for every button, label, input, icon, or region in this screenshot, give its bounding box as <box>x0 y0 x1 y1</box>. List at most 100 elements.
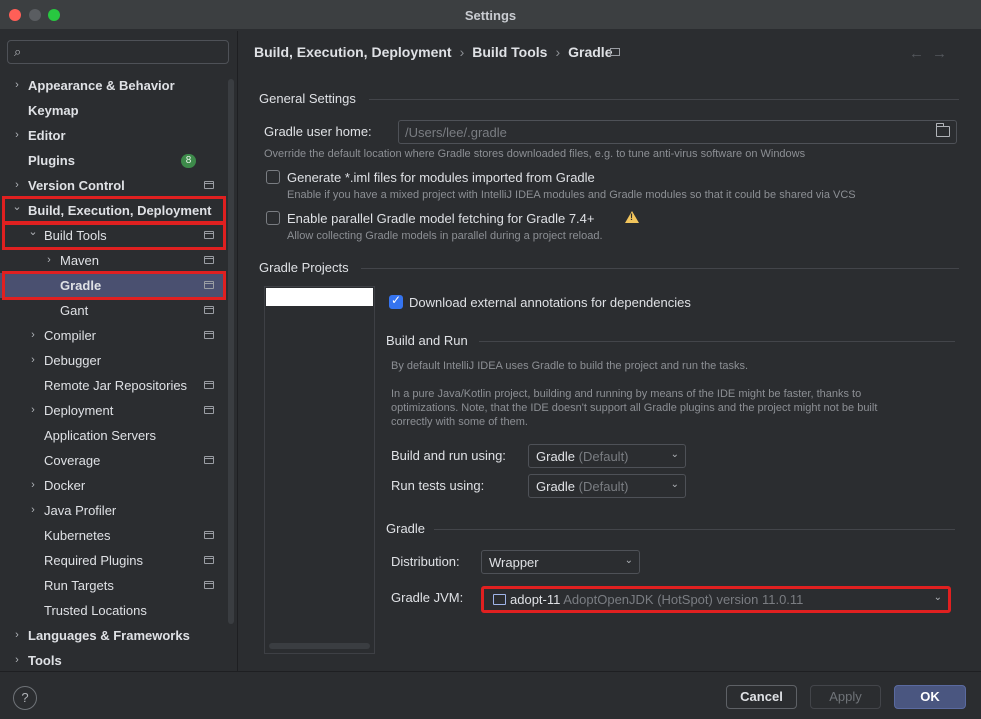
sidebar-item-java-profiler[interactable]: › Java Profiler <box>0 498 226 523</box>
sidebar-item-run-targets[interactable]: Run Targets <box>0 573 226 598</box>
highlight-gradle <box>2 271 226 300</box>
sidebar-item-label: Trusted Locations <box>44 603 147 618</box>
cancel-button[interactable]: Cancel <box>726 685 797 709</box>
chevron-right-icon[interactable]: › <box>27 473 39 498</box>
jdk-folder-icon <box>493 594 506 605</box>
project-level-icon <box>204 306 214 314</box>
parallel-fetching-label[interactable]: Enable parallel Gradle model fetching fo… <box>287 211 595 226</box>
build-run-hint: In a pure Java/Kotlin project, building … <box>391 388 862 400</box>
generate-iml-checkbox[interactable] <box>266 170 280 184</box>
sidebar-item-remote-jar-repositories[interactable]: Remote Jar Repositories <box>0 373 226 398</box>
sidebar-item-label: Application Servers <box>44 428 156 443</box>
sidebar-item-languages-frameworks[interactable]: › Languages & Frameworks <box>0 623 226 648</box>
history-nav: ←→ <box>909 45 955 62</box>
sidebar-item-kubernetes[interactable]: Kubernetes <box>0 523 226 548</box>
sidebar-item-compiler[interactable]: › Compiler <box>0 323 226 348</box>
build-and-run-title: Build and Run <box>386 333 468 348</box>
sidebar-item-label: Docker <box>44 478 86 493</box>
chevron-right-icon[interactable]: › <box>27 323 39 348</box>
distribution-value: Wrapper <box>489 555 539 570</box>
project-level-icon <box>204 406 214 414</box>
chevron-right-icon[interactable]: › <box>27 498 39 523</box>
search-input[interactable]: ⌕ <box>7 40 229 64</box>
divider <box>434 529 955 530</box>
sidebar-item-tools[interactable]: › Tools <box>0 648 226 673</box>
divider <box>369 99 959 100</box>
project-level-icon <box>610 48 620 56</box>
gradle-section-title: Gradle <box>386 521 426 536</box>
project-level-icon <box>204 181 214 189</box>
sidebar-item-label: Debugger <box>44 353 102 368</box>
sidebar-item-label: Deployment <box>44 403 114 418</box>
download-annotations-checkbox[interactable] <box>389 293 403 309</box>
default-suffix: (Default) <box>578 479 629 494</box>
sidebar-item-application-servers[interactable]: Application Servers <box>0 423 226 448</box>
forward-arrow-icon[interactable]: → <box>932 45 955 62</box>
chevron-down-icon: ⌄ <box>670 479 679 490</box>
title-bar: Settings <box>0 0 981 30</box>
breadcrumb-item[interactable]: Build Tools <box>472 44 547 60</box>
sidebar-item-label: Run Targets <box>44 578 114 593</box>
sidebar-scrollbar[interactable] <box>228 79 234 624</box>
sidebar-item-debugger[interactable]: › Debugger <box>0 348 226 373</box>
run-tests-using-select[interactable]: Gradle (Default) ⌄ <box>528 474 686 498</box>
chevron-right-icon[interactable]: › <box>27 398 39 423</box>
help-button[interactable]: ? <box>13 686 37 710</box>
chevron-right-icon[interactable]: › <box>27 348 39 373</box>
gradle-jvm-select[interactable]: adopt-11 AdoptOpenJDK (HotSpot) version … <box>481 586 951 613</box>
generate-iml-hint: Enable if you have a mixed project with … <box>287 189 856 201</box>
sidebar-item-coverage[interactable]: Coverage <box>0 448 226 473</box>
sidebar-item-editor[interactable]: › Editor <box>0 123 226 148</box>
sidebar-item-label: Languages & Frameworks <box>28 628 190 643</box>
sidebar-item-label: Keymap <box>28 103 79 118</box>
build-run-hint: correctly with some of them. <box>391 416 528 428</box>
general-settings-title: General Settings <box>259 91 356 106</box>
projects-list-scrollbar[interactable] <box>269 643 370 649</box>
gradle-projects-title: Gradle Projects <box>259 260 349 275</box>
divider <box>361 268 959 269</box>
sidebar-item-gant[interactable]: Gant <box>0 298 226 323</box>
sidebar-item-trusted-locations[interactable]: Trusted Locations <box>0 598 226 623</box>
gradle-user-home-hint: Override the default location where Grad… <box>264 148 806 160</box>
sidebar-item-maven[interactable]: › Maven <box>0 248 226 273</box>
project-level-icon <box>204 531 214 539</box>
gradle-projects-list[interactable] <box>264 286 375 654</box>
selected-project-row[interactable] <box>266 288 373 306</box>
chevron-down-icon: ⌄ <box>933 592 942 603</box>
sidebar-item-plugins[interactable]: Plugins 8 <box>0 148 226 173</box>
project-level-icon <box>204 331 214 339</box>
chevron-down-icon: ⌄ <box>624 555 633 566</box>
chevron-right-icon[interactable]: › <box>11 623 23 648</box>
build-run-using-value: Gradle <box>536 449 576 464</box>
distribution-select[interactable]: Wrapper ⌄ <box>481 550 640 574</box>
search-icon: ⌕ <box>14 44 22 59</box>
folder-icon[interactable] <box>936 123 950 137</box>
download-annotations-label[interactable]: Download external annotations for depend… <box>409 295 691 310</box>
sidebar-item-docker[interactable]: › Docker <box>0 473 226 498</box>
sidebar-item-keymap[interactable]: Keymap <box>0 98 226 123</box>
run-tests-using-value: Gradle <box>536 479 576 494</box>
chevron-right-icon[interactable]: › <box>43 248 55 273</box>
gradle-user-home-field[interactable]: /Users/lee/.gradle <box>398 120 957 144</box>
breadcrumb-item[interactable]: Build, Execution, Deployment <box>254 44 452 60</box>
chevron-right-icon[interactable]: › <box>11 123 23 148</box>
divider <box>479 341 955 342</box>
breadcrumb-item: Gradle <box>568 44 613 60</box>
apply-button[interactable]: Apply <box>810 685 881 709</box>
gradle-user-home-label: Gradle user home: <box>264 124 372 139</box>
ok-button[interactable]: OK <box>894 685 966 709</box>
sidebar-item-deployment[interactable]: › Deployment <box>0 398 226 423</box>
generate-iml-label[interactable]: Generate *.iml files for modules importe… <box>287 170 595 185</box>
build-run-using-select[interactable]: Gradle (Default) ⌄ <box>528 444 686 468</box>
sidebar-item-appearance[interactable]: › Appearance & Behavior <box>0 73 226 98</box>
settings-sidebar: ⌕ › Appearance & Behavior Keymap › Edito… <box>0 31 238 671</box>
chevron-right-icon[interactable]: › <box>11 648 23 673</box>
back-arrow-icon[interactable]: ← <box>909 45 932 62</box>
sidebar-item-label: Required Plugins <box>44 553 144 568</box>
sidebar-item-version-control[interactable]: › Version Control <box>0 173 226 198</box>
chevron-down-icon: ⌄ <box>670 449 679 460</box>
sidebar-item-required-plugins[interactable]: Required Plugins <box>0 548 226 573</box>
project-level-icon <box>204 556 214 564</box>
chevron-right-icon[interactable]: › <box>11 73 23 98</box>
parallel-fetching-checkbox[interactable] <box>266 211 280 225</box>
